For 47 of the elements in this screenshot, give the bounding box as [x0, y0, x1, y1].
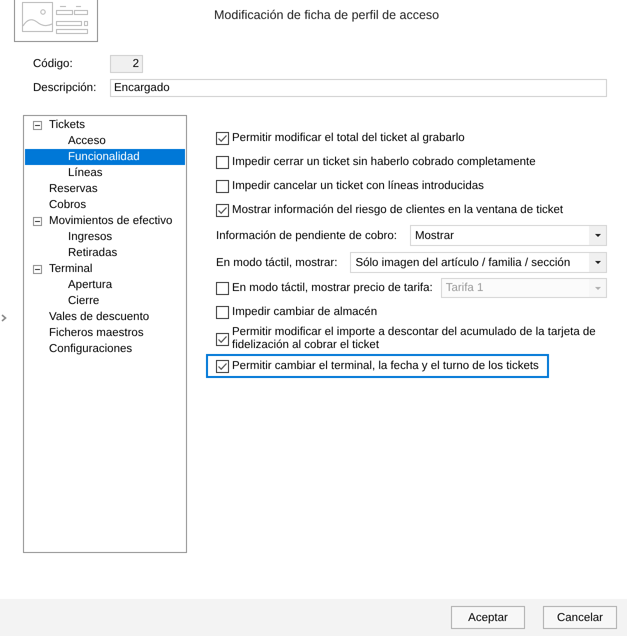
dropdown[interactable]: Sólo imagen del artículo / familia / sección — [350, 252, 607, 273]
tree-item[interactable]: Vales de descuento — [25, 309, 185, 325]
tree-item[interactable]: Apertura — [25, 277, 185, 293]
checkbox[interactable] — [216, 132, 229, 144]
tree-item[interactable]: Configuraciones — [25, 341, 185, 357]
checkbox[interactable] — [216, 204, 229, 216]
caret-down-icon — [594, 286, 600, 290]
dropdown[interactable]: Mostrar — [410, 225, 607, 246]
tree-item[interactable]: Movimientos de efectivo — [25, 213, 185, 229]
tree-item[interactable]: Ficheros maestros — [25, 325, 185, 341]
input-field[interactable]: Encargado — [110, 79, 607, 97]
checkbox-option[interactable]: Permitir modificar el total del ticket al grabarlo — [206, 126, 475, 150]
checkbox[interactable] — [216, 332, 229, 346]
dropdown-label: En modo táctil, mostrar: — [216, 256, 338, 268]
dialog-button[interactable]: Cancelar — [543, 606, 617, 629]
tree-item[interactable]: Funcionalidad — [25, 149, 185, 165]
collapse-icon[interactable] — [33, 216, 42, 226]
checkbox-option[interactable]: Impedir cerrar un ticket sin haberlo cobrado completamente — [206, 150, 546, 174]
checkbox-option[interactable]: Permitir modificar el importe a descontar del acumulado de la tarjeta de fidelización al cobrar el ticket — [206, 324, 607, 354]
caret-down-icon — [594, 261, 600, 264]
tree-item[interactable]: Cierre — [25, 293, 185, 309]
tree-item[interactable]: Ingresos — [25, 229, 185, 245]
tree-item[interactable]: Reservas — [25, 181, 185, 197]
tree-item[interactable]: Líneas — [25, 165, 185, 181]
checkbox-option[interactable]: Impedir cambiar de almacén — [206, 300, 388, 324]
checkbox[interactable] — [216, 156, 229, 168]
dropdown-label: Información de pendiente de cobro: — [216, 230, 397, 242]
field-label: Código: — [33, 57, 74, 71]
chevron-right-icon[interactable] — [1, 314, 7, 322]
checkbox-option[interactable]: Permitir cambiar el terminal, la fecha y el turno de los tickets — [206, 354, 549, 378]
checkbox[interactable] — [216, 180, 229, 192]
dialog-title: Modificación de ficha de perfil de acceso — [214, 7, 440, 23]
dialog-button[interactable]: Aceptar — [451, 606, 525, 629]
checkbox-option[interactable]: Mostrar información del riesgo de clientes en la ventana de ticket — [206, 198, 574, 222]
tree-item[interactable]: Acceso — [25, 133, 185, 149]
tree-item[interactable]: Cobros — [25, 197, 185, 213]
checkbox-option[interactable]: Impedir cancelar un ticket con líneas introducidas — [206, 174, 494, 198]
field-label: Descripción: — [33, 81, 98, 95]
tree-item[interactable]: Terminal — [25, 261, 185, 277]
collapse-icon[interactable] — [33, 120, 42, 130]
tree-item[interactable]: Retiradas — [25, 245, 185, 261]
input-field[interactable]: 2 — [110, 55, 143, 73]
collapse-icon[interactable] — [33, 264, 42, 274]
checkbox[interactable] — [216, 306, 229, 318]
caret-down-icon — [594, 234, 600, 237]
tree-item[interactable]: Tickets — [25, 117, 185, 133]
checkbox[interactable] — [216, 360, 229, 372]
